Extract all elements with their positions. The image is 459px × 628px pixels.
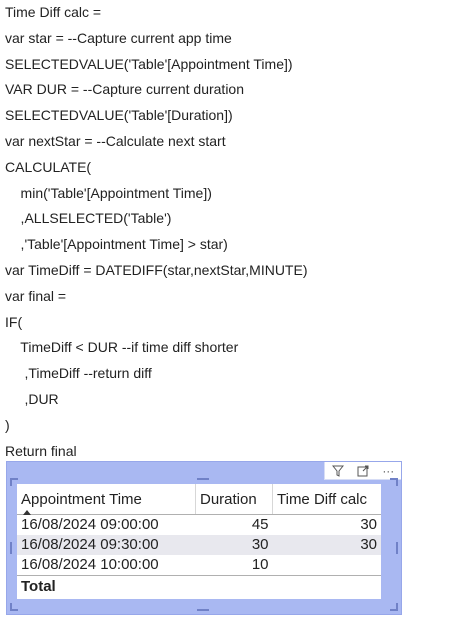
code-line: ,TimeDiff --return diff (5, 365, 152, 382)
code-line: var nextStar = --Calculate next start (5, 132, 226, 149)
code-line: TimeDiff < DUR --if time diff shorter (5, 339, 239, 356)
code-line: IF( (5, 313, 23, 330)
resize-corner-handle[interactable] (390, 478, 398, 486)
column-header-label: Appointment Time (21, 490, 142, 508)
resize-edge-handle[interactable] (197, 609, 209, 611)
table-total-row: Total (17, 575, 381, 598)
resize-edge-handle[interactable] (197, 478, 209, 480)
appointment-time-cell: 16/08/2024 09:00:00 (21, 516, 159, 533)
filter-icon[interactable] (330, 463, 346, 479)
column-header-time-diff-calc[interactable]: Time Diff calc (272, 484, 381, 515)
code-line: ,DUR (5, 390, 59, 407)
table-row[interactable]: 16/08/2024 09:00:00 45 30 (17, 515, 381, 536)
total-duration-cell (195, 575, 273, 598)
column-header-duration[interactable]: Duration (195, 484, 273, 515)
code-line: var star = --Capture current app time (5, 29, 232, 46)
column-header-appointment-time[interactable]: Appointment Time (17, 484, 196, 515)
code-line: SELECTEDVALUE('Table'[Duration]) (5, 107, 233, 124)
duration-cell: 10 (251, 556, 269, 573)
code-line: SELECTEDVALUE('Table'[Appointment Time]) (5, 55, 293, 72)
duration-cell: 45 (251, 516, 269, 533)
code-line: Time Diff calc = (5, 4, 102, 20)
focus-mode-icon[interactable] (355, 463, 371, 479)
table-visual[interactable]: ··· Appointment Time Duration Time Diff … (6, 461, 402, 615)
sort-ascending-icon (23, 510, 31, 515)
total-time-diff-cell (272, 575, 381, 598)
column-header-label: Time Diff calc (277, 490, 368, 508)
table-row[interactable]: 16/08/2024 09:30:00 30 30 (17, 535, 381, 555)
resize-edge-handle[interactable] (10, 542, 12, 554)
code-line: var final = (5, 287, 67, 304)
code-line: VAR DUR = --Capture current duration (5, 81, 244, 98)
time-diff-cell: 30 (272, 535, 381, 555)
duration-cell: 30 (195, 535, 273, 555)
data-table: Appointment Time Duration Time Diff calc… (17, 484, 381, 599)
total-label: Total (17, 575, 196, 598)
code-line: min('Table'[Appointment Time]) (5, 184, 212, 201)
code-line: ,ALLSELECTED('Table') (5, 210, 172, 227)
code-line: ) (5, 416, 10, 433)
dax-code-block: Time Diff calc = var star = --Capture cu… (5, 0, 445, 464)
resize-edge-handle[interactable] (396, 542, 398, 554)
code-line: ,'Table'[Appointment Time] > star) (5, 236, 228, 253)
more-options-icon[interactable]: ··· (380, 463, 396, 479)
time-diff-cell: 30 (360, 516, 377, 533)
resize-corner-handle[interactable] (10, 603, 18, 611)
table-row[interactable]: 16/08/2024 10:00:00 10 (17, 555, 381, 576)
appointment-time-cell: 16/08/2024 10:00:00 (21, 556, 159, 573)
resize-corner-handle[interactable] (390, 603, 398, 611)
column-header-label: Duration (200, 490, 257, 508)
time-diff-cell (273, 555, 382, 576)
appointment-time-cell: 16/08/2024 09:30:00 (17, 535, 196, 555)
table-header-row: Appointment Time Duration Time Diff calc (17, 484, 381, 515)
code-line: var TimeDiff = DATEDIFF(star,nextStar,MI… (5, 261, 308, 278)
code-line: CALCULATE( (5, 158, 92, 175)
